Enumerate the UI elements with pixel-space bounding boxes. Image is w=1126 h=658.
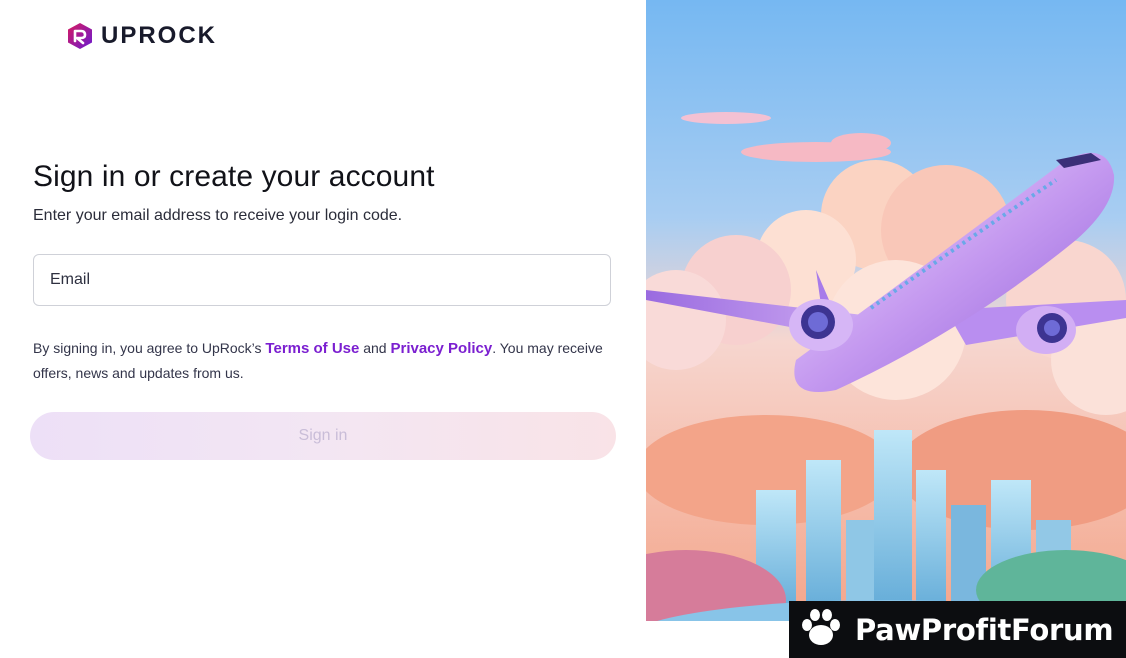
watermark-banner: PawProfitForum — [789, 601, 1126, 658]
airplane-city-icon — [646, 0, 1126, 621]
email-field-container — [33, 254, 611, 306]
terms-of-use-link[interactable]: Terms of Use — [265, 340, 359, 357]
hero-illustration — [646, 0, 1126, 621]
brand-logo[interactable]: UPROCK — [67, 22, 217, 50]
watermark-text: PawProfitForum — [855, 612, 1114, 647]
page-subtitle: Enter your email address to receive your… — [33, 207, 403, 224]
privacy-policy-link[interactable]: Privacy Policy — [390, 340, 492, 357]
terms-middle: and — [359, 340, 391, 356]
paw-icon — [797, 603, 845, 656]
email-input[interactable] — [34, 255, 610, 305]
terms-notice: By signing in, you agree to UpRock’s Ter… — [33, 336, 603, 385]
login-page: UPROCK Sign in or create your account En… — [0, 0, 1126, 658]
terms-prefix: By signing in, you agree to UpRock’s — [33, 340, 266, 356]
uprock-logo-icon — [67, 22, 93, 50]
sign-in-button[interactable]: Sign in — [30, 412, 616, 460]
brand-name: UPROCK — [101, 22, 218, 49]
page-title: Sign in or create your account — [33, 160, 435, 193]
